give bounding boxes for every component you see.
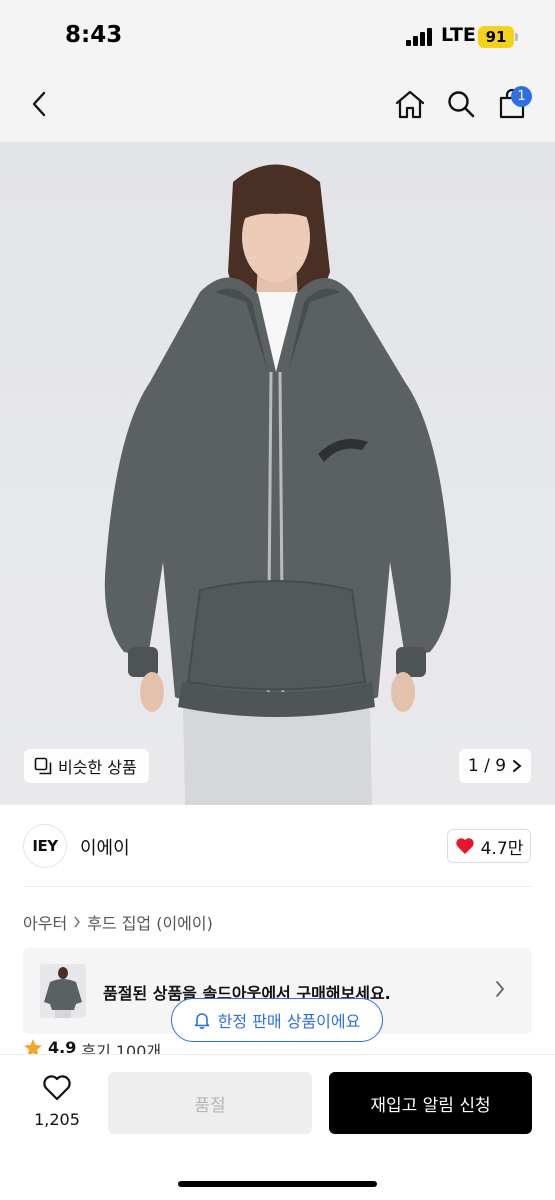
chevron-right-icon xyxy=(74,916,81,928)
brand-logo[interactable]: IEY xyxy=(23,824,67,868)
heart-filled-icon xyxy=(455,838,474,854)
wishlist-button[interactable]: 1,205 xyxy=(30,1074,84,1129)
status-time: 8:43 xyxy=(65,22,123,48)
home-icon xyxy=(395,90,425,119)
heart-outline-icon xyxy=(43,1075,71,1101)
similar-products-label: 비슷한 상품 xyxy=(58,758,137,777)
status-bar: 8:43 LTE 91 xyxy=(0,0,555,70)
chevron-left-icon xyxy=(32,91,46,117)
breadcrumb-item-hood-zipup[interactable]: 후드 집업 (이에이) xyxy=(87,910,213,934)
search-icon xyxy=(448,91,475,118)
similar-products-button[interactable]: 비슷한 상품 xyxy=(24,749,149,783)
breadcrumb-item-outer[interactable]: 아우터 xyxy=(23,910,67,934)
bell-icon xyxy=(194,1013,209,1029)
restock-alert-button[interactable]: 재입고 알림 신청 xyxy=(329,1072,532,1134)
limited-sale-pill: 한정 판매 상품이에요 xyxy=(171,998,383,1042)
limited-sale-text: 한정 판매 상품이에요 xyxy=(217,1012,361,1031)
chevron-right-icon xyxy=(513,760,522,772)
battery-icon: 91 xyxy=(478,26,514,48)
signal-icon xyxy=(406,28,436,46)
network-label: LTE xyxy=(441,24,476,46)
brand-like-count: 4.7만 xyxy=(480,838,524,859)
breadcrumb: 아우터 후드 집업 (이에이) xyxy=(23,910,213,934)
home-button[interactable] xyxy=(390,84,430,124)
top-nav-bar xyxy=(0,70,555,142)
battery-tip xyxy=(515,33,518,41)
image-pager[interactable]: 1 / 9 xyxy=(459,749,531,783)
product-image[interactable] xyxy=(0,142,555,805)
brand-name[interactable]: 이에이 xyxy=(80,834,130,860)
copy-icon xyxy=(34,757,52,775)
brand-like-button[interactable]: 4.7만 xyxy=(447,829,531,863)
product-photo-illustration xyxy=(104,164,451,805)
divider xyxy=(23,886,532,887)
home-indicator xyxy=(178,1181,377,1187)
soldout-thumbnail xyxy=(40,964,86,1018)
soldout-button: 품절 xyxy=(108,1072,312,1134)
chevron-right-icon xyxy=(496,981,505,997)
cart-badge: 1 xyxy=(511,86,532,107)
search-button[interactable] xyxy=(441,84,481,124)
back-button[interactable] xyxy=(20,84,60,124)
wishlist-count: 1,205 xyxy=(34,1110,80,1129)
pager-count: 1 / 9 xyxy=(467,756,507,776)
